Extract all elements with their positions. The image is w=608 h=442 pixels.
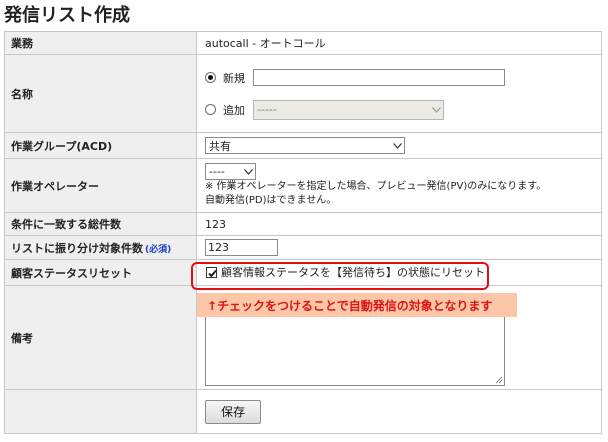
- add-radio-label: 追加: [223, 103, 245, 117]
- new-radio-label: 新規: [223, 71, 245, 85]
- row-name: 名称 新規 追加 -----: [4, 54, 602, 133]
- work-group-select[interactable]: 共有: [205, 137, 405, 154]
- new-radio[interactable]: [205, 72, 216, 83]
- row-work-group: 作業グループ(ACD) 共有: [4, 132, 602, 159]
- required-badge: (必須): [145, 244, 172, 255]
- row-total-match: 条件に一致する総件数 123: [4, 212, 602, 236]
- assign-count-cell: 123: [196, 235, 602, 260]
- row-actions: 保存: [4, 389, 602, 434]
- operator-cell: ---- ※ 作業オペレーターを指定した場合、プレビュー発信(PV)のみになりま…: [196, 158, 602, 213]
- business-value: autocall - オートコール: [196, 31, 602, 55]
- annotation-banner: ↑チェックをつけることで自動発信の対象となります: [197, 293, 517, 317]
- assign-count-label-cell: リストに振り分け対象件数 (必須): [4, 235, 197, 260]
- operator-select[interactable]: ----: [205, 163, 256, 180]
- save-button[interactable]: 保存: [205, 399, 261, 424]
- assign-count-label: リストに振り分け対象件数: [11, 241, 143, 255]
- operator-note-1: ※ 作業オペレーターを指定した場合、プレビュー発信(PV)のみになります。: [205, 181, 547, 192]
- add-list-select[interactable]: -----: [253, 99, 444, 120]
- page-title: 発信リスト作成: [4, 5, 130, 26]
- row-operator: 作業オペレーター ---- ※ 作業オペレーターを指定した場合、プレビュー発信(…: [4, 158, 602, 213]
- new-name-input[interactable]: [253, 69, 505, 86]
- total-match-label: 条件に一致する総件数: [4, 212, 197, 236]
- checkbox-highlight-box: [191, 262, 489, 290]
- chevron-down-icon: [241, 164, 255, 179]
- resize-grip-icon[interactable]: [493, 374, 503, 384]
- actions-cell: 保存: [196, 389, 602, 434]
- work-group-label: 作業グループ(ACD): [4, 132, 197, 159]
- operator-label: 作業オペレーター: [4, 158, 197, 213]
- remarks-label: 備考: [4, 285, 197, 390]
- assign-count-input[interactable]: 123: [205, 239, 278, 256]
- row-assign-count: リストに振り分け対象件数 (必須) 123: [4, 235, 602, 260]
- add-radio[interactable]: [205, 104, 216, 115]
- operator-select-value: ----: [209, 165, 225, 178]
- status-reset-label: 顧客ステータスリセット: [4, 259, 197, 286]
- name-label: 名称: [4, 54, 197, 133]
- chevron-down-icon: [390, 138, 404, 153]
- remarks-textarea[interactable]: [205, 306, 505, 386]
- business-label: 業務: [4, 31, 197, 55]
- work-group-select-value: 共有: [209, 139, 231, 153]
- work-group-cell: 共有: [196, 132, 602, 159]
- operator-note-2: 自動発信(PD)はできません。: [205, 195, 337, 206]
- add-list-select-value: -----: [257, 103, 277, 116]
- name-cell: 新規 追加 -----: [196, 54, 602, 133]
- total-match-value: 123: [196, 212, 602, 236]
- row-business: 業務 autocall - オートコール: [4, 31, 602, 55]
- chevron-down-icon: [429, 101, 443, 119]
- actions-label-cell: [4, 389, 197, 434]
